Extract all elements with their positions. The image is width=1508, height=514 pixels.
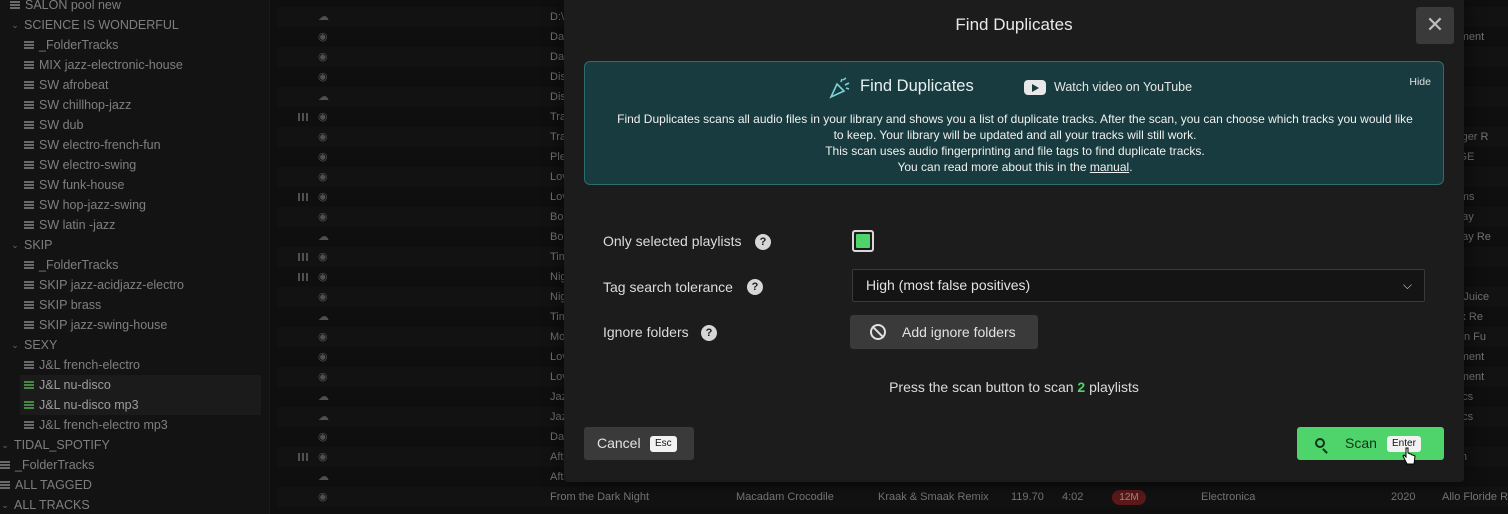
cancel-button[interactable]: Cancel Esc [584, 427, 694, 460]
close-button[interactable]: ✕ [1416, 7, 1454, 44]
only-selected-checkbox[interactable] [852, 230, 874, 252]
info-description: Find Duplicates scans all audio files in… [595, 111, 1435, 175]
tolerance-label: Tag search tolerance [603, 279, 733, 295]
youtube-icon[interactable] [1024, 80, 1046, 95]
chevron-down-icon: ⌵ [1402, 278, 1412, 292]
add-ignore-folders-label: Add ignore folders [902, 324, 1016, 340]
info-title: Find Duplicates [860, 77, 974, 95]
info-panel: Find Duplicates Watch video on YouTube H… [584, 61, 1444, 185]
info-header: Find Duplicates Watch video on YouTube H… [585, 76, 1445, 100]
dialog-title: Find Duplicates [955, 15, 1073, 34]
info-line-4-text: You can read more about this in the [897, 160, 1090, 174]
cancel-label: Cancel [597, 435, 641, 451]
tolerance-value: High (most false positives) [866, 277, 1031, 293]
help-icon[interactable]: ? [701, 325, 717, 341]
info-line-3: This scan uses audio fingerprinting and … [825, 144, 1205, 158]
ban-icon [870, 324, 886, 340]
hide-info-link[interactable]: Hide [1409, 76, 1431, 88]
ignore-folders-label: Ignore folders [603, 324, 689, 340]
status-text-end: playlists [1085, 379, 1139, 395]
help-icon[interactable]: ? [747, 279, 763, 295]
info-line-1: Find Duplicates scans all audio files in… [617, 112, 1413, 126]
info-line-2: to keep. Your library will be updated an… [833, 128, 1197, 142]
find-duplicates-dialog: Find Duplicates ✕ Find Duplicates Watch … [564, 0, 1464, 482]
esc-key-badge: Esc [650, 436, 677, 452]
tolerance-select[interactable]: High (most false positives) ⌵ [852, 269, 1425, 302]
manual-link[interactable]: manual [1090, 160, 1129, 174]
add-ignore-folders-button[interactable]: Add ignore folders [850, 315, 1038, 349]
scan-label: Scan [1345, 435, 1377, 451]
info-line-4-end: . [1129, 160, 1133, 174]
watch-video-link[interactable]: Watch video on YouTube [1054, 80, 1192, 94]
info-line-4: You can read more about this in the manu… [595, 159, 1435, 175]
hand-cursor-icon [1402, 447, 1416, 465]
status-text: Press the scan button to scan [889, 379, 1078, 395]
party-popper-icon [829, 77, 850, 99]
search-icon [1315, 438, 1325, 448]
close-icon: ✕ [1425, 12, 1445, 37]
only-selected-label: Only selected playlists [603, 233, 742, 249]
help-icon[interactable]: ? [755, 234, 771, 250]
scan-status: Press the scan button to scan 2 playlist… [564, 379, 1464, 395]
scan-button[interactable]: Scan Enter [1297, 427, 1444, 460]
